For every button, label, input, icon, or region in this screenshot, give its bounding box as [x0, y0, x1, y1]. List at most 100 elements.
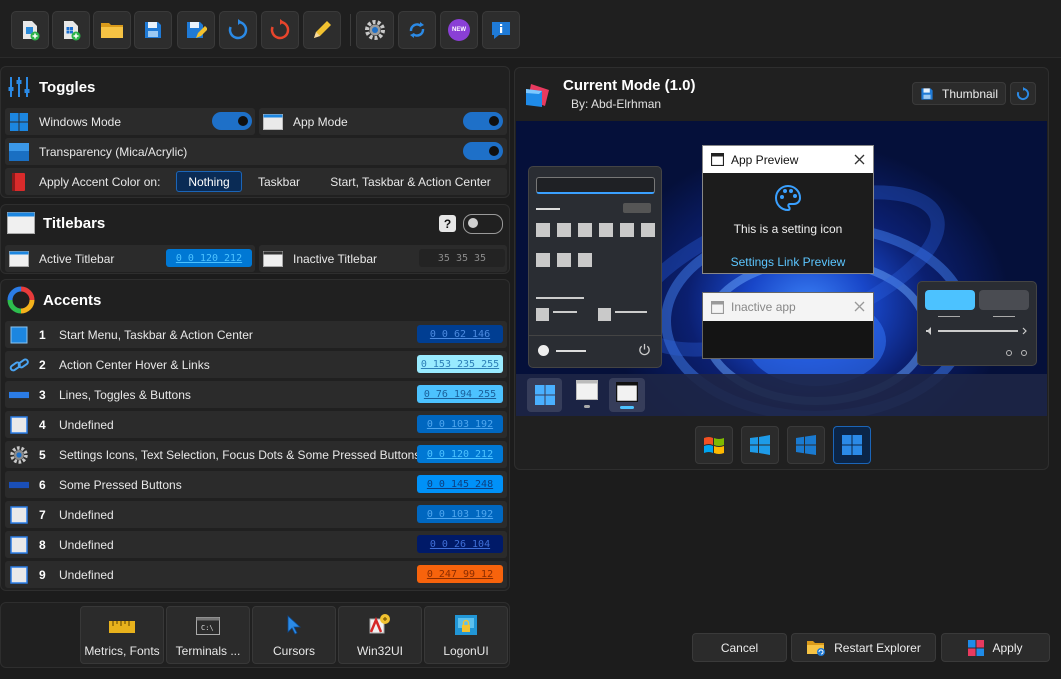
accent-color-swatch-6[interactable]: 0 0 145 248 — [417, 475, 503, 493]
accent-number: 1 — [39, 327, 46, 342]
win7-mode-button[interactable] — [695, 426, 733, 464]
toggles-title: Toggles — [39, 78, 96, 96]
toolbar-separator — [350, 14, 351, 46]
accents-header: Accents — [7, 286, 101, 314]
apply-button[interactable]: Apply — [941, 633, 1050, 662]
windows-mode-toggle[interactable] — [212, 112, 252, 130]
transparency-icon — [9, 142, 29, 161]
accent-color-swatch-3[interactable]: 0 76 194 255 — [417, 385, 503, 403]
windows10-logo-icon — [796, 435, 816, 455]
app-mode-toggle[interactable] — [463, 112, 503, 130]
sliders-icon — [8, 77, 30, 97]
accents-panel: Accents 1 Start Menu, Taskbar & Action C… — [0, 279, 510, 591]
accent-color-swatch-7[interactable]: 0 0 103 192 — [417, 505, 503, 523]
start-recent-file — [536, 308, 549, 321]
transparency-toggle[interactable] — [463, 142, 503, 160]
start-app-grid-2 — [536, 253, 592, 267]
titlebars-help-button[interactable]: ? — [439, 215, 456, 232]
accent-color-swatch-9[interactable]: 0 247 99 12 — [417, 565, 503, 583]
app-mode-label: App Mode — [293, 114, 348, 129]
undefined-square-icon — [9, 415, 29, 434]
cursors-button[interactable]: Cursors — [252, 606, 336, 664]
metrics-fonts-button[interactable]: Metrics, Fonts — [80, 606, 164, 664]
start-all-apps-button — [623, 203, 651, 213]
win32ui-label: Win32UI — [356, 644, 403, 658]
transparency-row: Transparency (Mica/Acrylic) — [5, 138, 507, 165]
start-recent-line — [553, 311, 577, 313]
save-as-icon — [187, 22, 207, 38]
accent-label: Action Center Hover & Links — [59, 357, 210, 372]
open-button[interactable] — [93, 11, 131, 49]
accent-option-taskbar[interactable]: Taskbar — [246, 171, 312, 192]
win8-mode-button[interactable] — [741, 426, 779, 464]
accent-label: Settings Icons, Text Selection, Focus Do… — [59, 447, 421, 462]
transparency-label: Transparency (Mica/Acrylic) — [39, 144, 188, 159]
whats-new-button[interactable]: NEW — [440, 11, 478, 49]
accent-number: 9 — [39, 567, 46, 582]
win11-mode-button[interactable] — [833, 426, 871, 464]
edit-button[interactable] — [303, 11, 341, 49]
windows-logo-icon — [9, 112, 29, 131]
accent-row-9: 9 Undefined 0 247 99 12 — [5, 561, 507, 588]
app-mode-row: App Mode — [259, 108, 507, 135]
refresh-button[interactable] — [219, 11, 257, 49]
accent-number: 5 — [39, 447, 46, 462]
win10-mode-button[interactable] — [787, 426, 825, 464]
cancel-button[interactable]: Cancel — [692, 633, 787, 662]
start-footer-divider — [529, 335, 661, 336]
thumbnail-button[interactable]: Thumbnail — [912, 82, 1006, 105]
logonui-button[interactable]: LogonUI — [424, 606, 508, 664]
main-toolbar: NEW — [0, 0, 1061, 58]
active-titlebar-color[interactable]: 0 0 120 212 — [166, 249, 252, 267]
cursor-arrow-icon — [287, 615, 302, 635]
new-theme-button[interactable] — [11, 11, 49, 49]
restart-explorer-button[interactable]: Restart Explorer — [791, 633, 936, 662]
quick-toggle-off — [979, 290, 1029, 310]
quick-toggle-caption-2 — [993, 316, 1015, 317]
window-icon — [711, 300, 724, 314]
app-window-icon — [616, 382, 638, 402]
inactive-titlebar-color[interactable]: 35 35 35 — [419, 249, 505, 267]
new-from-current-button[interactable] — [52, 11, 90, 49]
accent-option-start-taskbar-action-center[interactable]: Start, Taskbar & Action Center — [318, 171, 503, 192]
app-window-icon — [263, 113, 283, 131]
settings-button[interactable] — [356, 11, 394, 49]
reset-icon — [270, 19, 290, 40]
accent-color-swatch-1[interactable]: 0 0 62 146 — [417, 325, 503, 343]
app-window-icon — [576, 380, 598, 400]
save-button[interactable] — [134, 11, 172, 49]
terminals-button[interactable]: C:\ Terminals ... — [166, 606, 250, 664]
titlebars-panel: Titlebars ? Active Titlebar 0 0 120 212 … — [0, 204, 510, 274]
close-icon[interactable] — [854, 301, 865, 312]
about-button[interactable] — [482, 11, 520, 49]
reset-button[interactable] — [261, 11, 299, 49]
settings-link-preview[interactable]: Settings Link Preview — [703, 255, 873, 269]
preview-refresh-button[interactable] — [1010, 82, 1036, 105]
save-as-button[interactable] — [177, 11, 215, 49]
accent-label: Undefined — [59, 567, 114, 582]
refresh-icon — [228, 19, 248, 40]
win32ui-button[interactable]: Win32UI — [338, 606, 422, 664]
info-icon — [492, 22, 510, 39]
accent-option-nothing[interactable]: Nothing — [176, 171, 242, 192]
windows-mode-label: Windows Mode — [39, 114, 122, 129]
accent-label: Lines, Toggles & Buttons — [59, 387, 191, 402]
start-menu-icon — [9, 326, 29, 344]
inactive-app-titlebar: Inactive app — [703, 293, 873, 321]
accent-color-swatch-5[interactable]: 0 0 120 212 — [417, 445, 503, 463]
sync-button[interactable] — [398, 11, 436, 49]
active-titlebar-row: Active Titlebar 0 0 120 212 — [5, 245, 255, 272]
app-preview-titlebar: App Preview — [703, 146, 873, 173]
accent-color-swatch-8[interactable]: 0 0 26 104 — [417, 535, 503, 553]
titlebars-toggle[interactable] — [463, 214, 503, 234]
accent-label: Undefined — [59, 537, 114, 552]
accent-label: Start Menu, Taskbar & Action Center — [59, 327, 253, 342]
windows7-logo-icon — [704, 437, 724, 454]
apply-accent-label: Apply Accent Color on: — [39, 174, 161, 189]
close-icon[interactable] — [854, 154, 865, 165]
accent-row-3: 3 Lines, Toggles & Buttons 0 76 194 255 — [5, 381, 507, 408]
app-preview-title: App Preview — [731, 152, 799, 167]
accent-color-swatch-2[interactable]: 0 153 235 255 — [417, 355, 503, 373]
new-windows-document-icon — [64, 21, 81, 41]
accent-color-swatch-4[interactable]: 0 0 103 192 — [417, 415, 503, 433]
